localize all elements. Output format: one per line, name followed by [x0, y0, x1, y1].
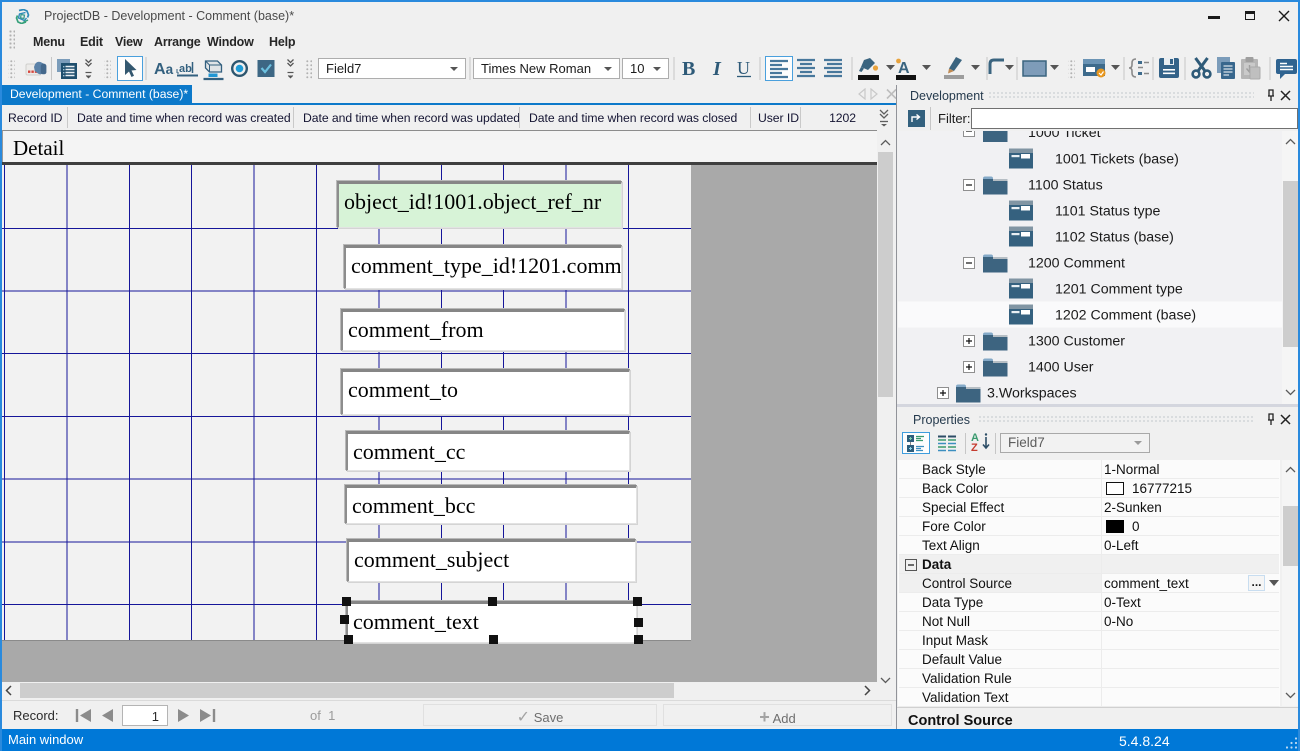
- svg-text:1300 Customer: 1300 Customer: [1028, 334, 1125, 350]
- svg-text:1202 Comment (base): 1202 Comment (base): [1055, 308, 1196, 324]
- svg-text:1000 Ticket: 1000 Ticket: [1028, 131, 1101, 141]
- svg-text:1102 Status (base): 1102 Status (base): [1055, 230, 1174, 246]
- svg-text:1400 User: 1400 User: [1028, 360, 1094, 376]
- svg-text:B: B: [682, 58, 695, 80]
- svg-text:1001 Tickets (base): 1001 Tickets (base): [1055, 152, 1179, 168]
- svg-text:U: U: [737, 58, 750, 78]
- svg-text:Aa: Aa: [154, 61, 174, 78]
- svg-text:3.Workspaces: 3.Workspaces: [987, 386, 1077, 402]
- svg-text:ab: ab: [179, 63, 192, 75]
- svg-text:1101 Status type: 1101 Status type: [1055, 204, 1161, 220]
- svg-text:I: I: [712, 58, 722, 80]
- svg-text:1100 Status: 1100 Status: [1028, 178, 1103, 194]
- svg-text:1200 Comment: 1200 Comment: [1028, 256, 1125, 272]
- svg-text:1201 Comment type: 1201 Comment type: [1055, 282, 1183, 298]
